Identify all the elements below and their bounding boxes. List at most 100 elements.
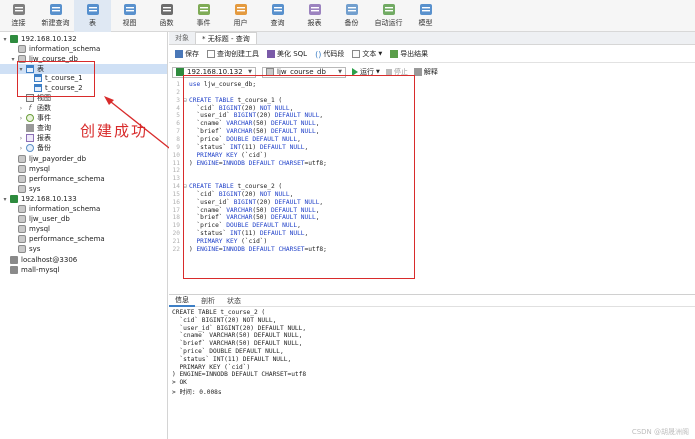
toolbar-automation-button[interactable]: 自动运行 bbox=[370, 0, 407, 32]
backup-icon bbox=[26, 144, 34, 152]
tree-item-label: ljw_user_db bbox=[29, 215, 70, 223]
line-number: 9 bbox=[176, 143, 180, 151]
snippet-button[interactable]: () 代码段 bbox=[315, 49, 344, 59]
toolbar-new-query-button[interactable]: 新建查询 bbox=[37, 0, 74, 32]
message-log: CREATE TABLE t_course_2 ( `cid` BIGINT(2… bbox=[172, 309, 306, 396]
report-icon bbox=[307, 2, 323, 16]
tree-expander-icon[interactable]: ▾ bbox=[10, 56, 16, 63]
tree-item[interactable]: information_schema bbox=[0, 204, 167, 214]
toolbar-function-button[interactable]: 函数 bbox=[148, 0, 185, 32]
export-result-button[interactable]: 导出结果 bbox=[390, 49, 428, 59]
tree-item[interactable]: performance_schema bbox=[0, 234, 167, 244]
db-icon bbox=[18, 155, 26, 163]
toolbar-view-button[interactable]: 视图 bbox=[111, 0, 148, 32]
toolbar-model-button[interactable]: 模型 bbox=[407, 0, 444, 32]
toolbar-user-button[interactable]: 用户 bbox=[222, 0, 259, 32]
chevron-down-icon: ▼ bbox=[378, 51, 383, 57]
editor-tab[interactable]: * 无标题 - 查询 bbox=[195, 32, 257, 44]
result-panel: 信息 剖析 状态 CREATE TABLE t_course_2 ( `cid` B… bbox=[169, 294, 695, 439]
line-number: 6 bbox=[176, 120, 180, 128]
annotation-text: 创建成功 bbox=[80, 122, 149, 140]
tree-item[interactable]: information_schema bbox=[0, 44, 167, 54]
toolbar-report-button[interactable]: 报表 bbox=[296, 0, 333, 32]
tree-item[interactable]: localhost@3306 bbox=[0, 255, 167, 265]
conn-icon bbox=[10, 35, 18, 43]
toolbar-label: 查询 bbox=[270, 19, 285, 27]
toolbar-label: 报表 bbox=[307, 19, 322, 27]
tree-expander-icon[interactable]: › bbox=[18, 115, 24, 122]
db-icon bbox=[18, 215, 26, 223]
query-builder-icon bbox=[207, 50, 215, 58]
new-query-icon bbox=[48, 2, 64, 16]
line-number: 18 bbox=[172, 214, 180, 222]
report-icon bbox=[26, 134, 34, 142]
query-builder-button[interactable]: 查询创建工具 bbox=[207, 49, 259, 59]
result-tab[interactable]: 剖析 bbox=[195, 295, 221, 307]
line-number: 7 bbox=[176, 128, 180, 136]
line-number: 5 bbox=[176, 112, 180, 120]
line-number: 16 bbox=[172, 198, 180, 206]
tree-item-label: information_schema bbox=[29, 45, 101, 53]
tree-expander-icon[interactable]: › bbox=[18, 105, 24, 112]
result-tab[interactable]: 状态 bbox=[221, 295, 247, 307]
tree-item[interactable]: ▾ 192.168.10.132 bbox=[0, 34, 167, 44]
tree-item-label: 192.168.10.132 bbox=[21, 35, 77, 43]
db-icon bbox=[18, 245, 26, 253]
log-line: CREATE TABLE t_course_2 ( bbox=[172, 309, 266, 316]
tree-item[interactable]: sys bbox=[0, 244, 167, 254]
tree-item[interactable]: mysql bbox=[0, 164, 167, 174]
text-button[interactable]: 文本 ▼ bbox=[352, 49, 382, 59]
line-number: 3 bbox=[176, 96, 180, 104]
tree-item-label: mysql bbox=[29, 225, 50, 233]
tree-item-label: information_schema bbox=[29, 205, 101, 213]
save-button[interactable]: 保存 bbox=[175, 49, 199, 59]
watermark: CSDN @胡晟洲阁 bbox=[631, 428, 689, 436]
line-number: 2 bbox=[176, 88, 180, 96]
tree-expander-icon[interactable]: ▾ bbox=[2, 196, 8, 203]
view-icon bbox=[122, 2, 138, 16]
db-icon bbox=[18, 45, 26, 53]
tree-item-label: performance_schema bbox=[29, 175, 105, 183]
tree-item-label: 报表 bbox=[37, 134, 51, 142]
toolbar-table-button[interactable]: 表 bbox=[74, 0, 111, 32]
tree-item[interactable]: sys bbox=[0, 184, 167, 194]
line-number: 14 bbox=[172, 183, 180, 191]
tree-item-label: performance_schema bbox=[29, 235, 105, 243]
log-line: PRIMARY KEY (`cid`) bbox=[172, 363, 251, 371]
highlight-box-tables bbox=[17, 61, 95, 97]
tree-item[interactable]: ljw_user_db bbox=[0, 214, 167, 224]
toolbar-connect-button[interactable]: 连接 bbox=[0, 0, 37, 32]
toolbar-label: 表 bbox=[89, 19, 96, 27]
main-toolbar: 连接 新建查询 表 视图 函数 事件 用户 查询 报表 备份 自动运行 模型 bbox=[0, 0, 695, 32]
tree-item[interactable]: mysql bbox=[0, 224, 167, 234]
line-number: 20 bbox=[172, 230, 180, 238]
toolbar-label: 自动运行 bbox=[374, 19, 403, 27]
tree-item[interactable]: mall-mysql bbox=[0, 265, 167, 275]
log-line: > 时间: 0.008s bbox=[172, 388, 222, 396]
toolbar-query-button[interactable]: 查询 bbox=[259, 0, 296, 32]
tree-expander-icon[interactable]: › bbox=[18, 135, 24, 142]
user-icon bbox=[233, 2, 249, 16]
line-number: 1 bbox=[176, 81, 180, 88]
tree-item[interactable]: ▾ 192.168.10.133 bbox=[0, 194, 167, 204]
toolbar-label: 连接 bbox=[11, 19, 26, 27]
log-line: `status` INT(11) DEFAULT NULL, bbox=[172, 355, 292, 363]
tree-item-label: 192.168.10.133 bbox=[21, 195, 77, 203]
tree-expander-icon[interactable]: ▾ bbox=[2, 36, 8, 43]
event-icon bbox=[26, 114, 34, 122]
toolbar-event-button[interactable]: 事件 bbox=[185, 0, 222, 32]
tree-item[interactable]: performance_schema bbox=[0, 174, 167, 184]
conn-gray-icon bbox=[10, 256, 18, 264]
query-icon bbox=[26, 124, 34, 132]
db-icon bbox=[18, 235, 26, 243]
explain-button[interactable]: 解释 bbox=[413, 67, 438, 77]
tree-expander-icon[interactable]: › bbox=[18, 145, 24, 152]
beautify-sql-button[interactable]: 美化 SQL bbox=[267, 49, 307, 59]
result-tab[interactable]: 信息 bbox=[169, 295, 195, 307]
line-number: 11 bbox=[172, 159, 180, 167]
explain-icon bbox=[413, 68, 422, 76]
tree-item-label: localhost@3306 bbox=[21, 256, 78, 264]
editor-tab[interactable]: 对象 bbox=[169, 32, 195, 44]
editor-tabs: 对象 * 无标题 - 查询 bbox=[169, 32, 695, 45]
toolbar-backup-button[interactable]: 备份 bbox=[333, 0, 370, 32]
